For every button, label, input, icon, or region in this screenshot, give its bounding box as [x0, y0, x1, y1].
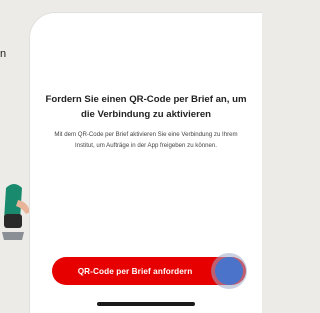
- request-qr-code-button-label: QR-Code per Brief anfordern: [77, 266, 193, 276]
- background-text-fragment: n: [0, 48, 7, 60]
- phone-screen: Fordern Sie einen QR-Code per Brief an, …: [29, 12, 262, 313]
- home-indicator[interactable]: [97, 302, 195, 306]
- description-text: Mit dem QR-Code per Brief aktivieren Sie…: [54, 131, 238, 149]
- page-title: Fordern Sie einen QR-Code per Brief an, …: [45, 94, 247, 120]
- touch-indicator: [215, 257, 243, 285]
